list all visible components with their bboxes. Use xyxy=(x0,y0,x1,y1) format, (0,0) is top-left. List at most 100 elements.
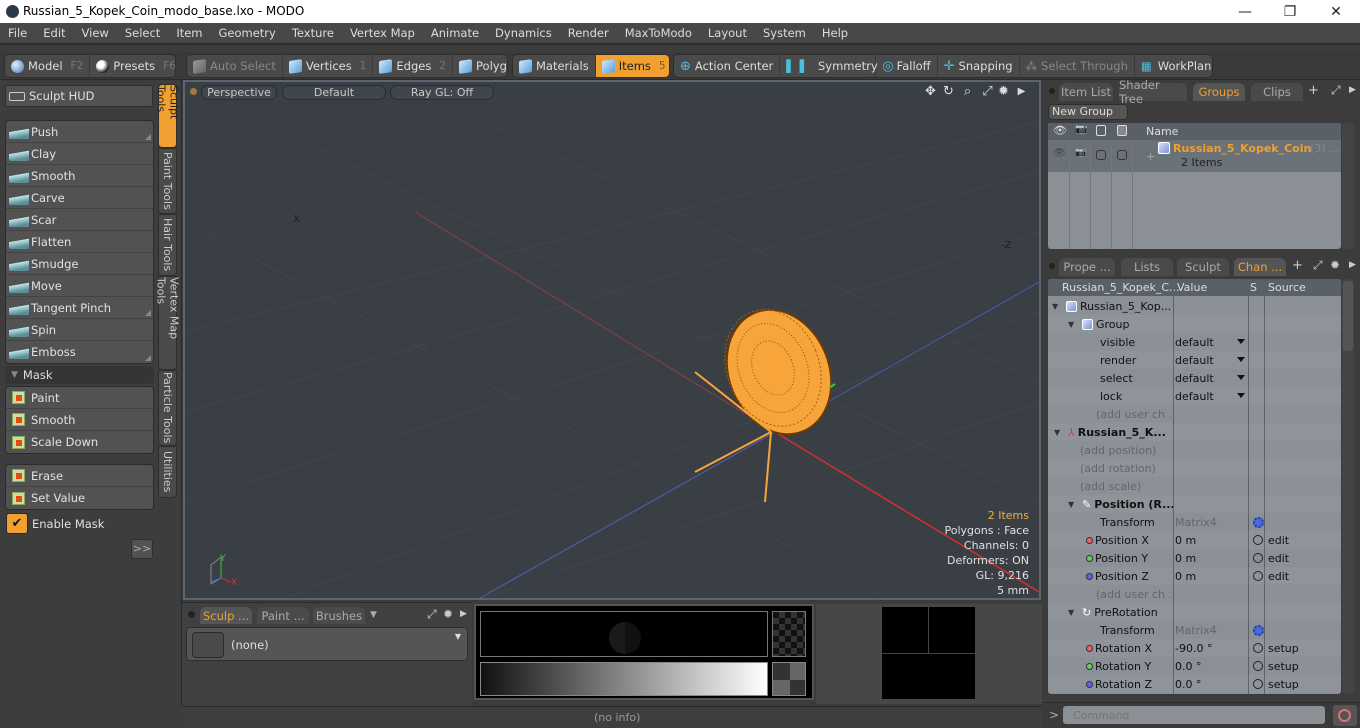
panel-gear-icon[interactable]: ✹ xyxy=(443,607,453,621)
items-button[interactable]: Items 5 xyxy=(595,55,669,77)
channel-row[interactable]: Rotation Y 0.0 ° setup xyxy=(1048,657,1341,675)
dropdown-arrow-icon[interactable] xyxy=(1237,357,1245,362)
channel-row[interactable]: (add rotation) xyxy=(1048,459,1341,477)
mask-erase[interactable]: Erase xyxy=(6,465,153,487)
tool-spin[interactable]: Spin xyxy=(6,319,153,341)
close-button[interactable]: ✕ xyxy=(1313,0,1359,23)
channel-row[interactable]: ▼ ↻ PreRotation xyxy=(1048,603,1341,621)
tab-groups[interactable]: Groups xyxy=(1193,83,1245,101)
model-button[interactable]: Model F2 xyxy=(5,55,91,77)
enable-mask-checkbox[interactable]: ✔ xyxy=(6,513,28,534)
maximize-button[interactable]: ❐ xyxy=(1267,0,1313,23)
brush-preset-selector[interactable]: (none) ▼ xyxy=(186,627,468,661)
groups-scrollbar[interactable] xyxy=(1342,123,1354,249)
color-preview[interactable] xyxy=(480,611,768,657)
expand-button[interactable]: >> xyxy=(131,539,153,559)
menu-texture[interactable]: Texture xyxy=(284,26,342,40)
panel-menu-dot[interactable] xyxy=(1049,263,1055,269)
dropdown-arrow-icon[interactable] xyxy=(1237,375,1245,380)
group-render-toggle[interactable]: 📷 xyxy=(1075,148,1086,158)
channel-row[interactable]: lock default xyxy=(1048,387,1341,405)
panel-menu-dot[interactable] xyxy=(1049,88,1055,94)
minimize-button[interactable]: — xyxy=(1222,0,1268,23)
menu-vertex-map[interactable]: Vertex Map xyxy=(342,26,423,40)
tab-lists[interactable]: Lists xyxy=(1121,258,1173,276)
sculpt-hud-button[interactable]: Sculpt HUD xyxy=(5,85,153,107)
panel-more-icon[interactable]: ▶ xyxy=(460,609,467,619)
column-value[interactable]: Value xyxy=(1177,281,1207,294)
dropdown-arrow-icon[interactable] xyxy=(1237,393,1245,398)
tool-flatten[interactable]: Flatten xyxy=(6,231,153,253)
dropdown-arrow-icon[interactable] xyxy=(1237,339,1245,344)
panel-gear-icon[interactable]: ✹ xyxy=(1330,258,1340,272)
channel-row[interactable]: Position Z 0 m edit xyxy=(1048,567,1341,585)
state-ring-icon[interactable] xyxy=(1253,643,1263,653)
channel-row[interactable]: Position X 0 m edit xyxy=(1048,531,1341,549)
channel-row[interactable]: select default xyxy=(1048,369,1341,387)
column-item-name[interactable]: Russian_5_Kopek_C... xyxy=(1062,281,1180,294)
group-select-toggle[interactable] xyxy=(1096,150,1106,160)
rotate-icon[interactable]: ↻ xyxy=(941,84,956,99)
expand-triangle-icon[interactable]: ▼ xyxy=(1068,500,1074,509)
tool-clay[interactable]: Clay xyxy=(6,143,153,165)
mask-smooth[interactable]: Smooth xyxy=(6,409,153,431)
auto-select-button[interactable]: Auto Select xyxy=(187,55,283,77)
channel-row[interactable]: (add user ch ... xyxy=(1048,405,1341,423)
channel-row[interactable]: ▼ ✎ Position (R... xyxy=(1048,495,1341,513)
select-through-button[interactable]: ⁂ Select Through xyxy=(1020,55,1135,77)
falloff-button[interactable]: ◎ Falloff xyxy=(876,55,938,77)
presets-button[interactable]: Presets F6 xyxy=(90,55,175,77)
channel-row[interactable]: Rotation X -90.0 ° setup xyxy=(1048,639,1341,657)
tab-vertex-map-tools[interactable]: Vertex Map Tools xyxy=(155,276,181,370)
column-source[interactable]: Source xyxy=(1268,281,1306,294)
channel-row[interactable]: Rotation Z 0.0 ° setup xyxy=(1048,675,1341,693)
pan-icon[interactable]: ✥ xyxy=(923,84,938,99)
channel-row[interactable]: render default xyxy=(1048,351,1341,369)
zoom-icon[interactable]: ⌕ xyxy=(960,84,975,99)
tab-brushes[interactable]: Brushes xyxy=(313,607,365,624)
tab-utilities[interactable]: Utilities xyxy=(158,446,177,498)
render-column-icon[interactable]: 📷 xyxy=(1075,124,1087,135)
menu-render[interactable]: Render xyxy=(560,26,617,40)
more-arrow-icon[interactable]: ▶ xyxy=(1014,84,1029,99)
tab-clips[interactable]: Clips xyxy=(1251,83,1303,101)
menu-dynamics[interactable]: Dynamics xyxy=(487,26,560,40)
visibility-column-icon[interactable]: 👁 xyxy=(1053,124,1067,137)
expand-triangle-icon[interactable]: ▼ xyxy=(1052,302,1058,311)
tool-scar[interactable]: Scar xyxy=(6,209,153,231)
channel-row[interactable]: Transform Matrix4 xyxy=(1048,513,1341,531)
tab-properties[interactable]: Prope ... xyxy=(1059,258,1115,276)
raygl-toggle[interactable]: Ray GL: Off xyxy=(390,85,494,100)
name-column-header[interactable]: Name xyxy=(1146,125,1178,138)
channel-row[interactable]: (add scale) xyxy=(1048,477,1341,495)
tab-sculpt[interactable]: Sculp ... xyxy=(200,607,252,624)
mask-set-value[interactable]: Set Value xyxy=(6,487,153,509)
tab-sculpt-tools[interactable]: Sculpt Tools xyxy=(155,84,181,148)
state-ring-icon[interactable] xyxy=(1253,571,1263,581)
workplane-button[interactable]: ▦ WorkPlane xyxy=(1135,55,1212,77)
tab-channels[interactable]: Chan ... xyxy=(1234,258,1286,276)
menu-edit[interactable]: Edit xyxy=(35,26,73,40)
gear-icon[interactable]: ✹ xyxy=(996,84,1011,99)
menu-animate[interactable]: Animate xyxy=(423,26,487,40)
channels-scrollbar[interactable] xyxy=(1342,279,1354,694)
shading-dropdown[interactable]: Default xyxy=(282,85,386,100)
tool-move[interactable]: Move xyxy=(6,275,153,297)
menu-maxtomodo[interactable]: MaxToModo xyxy=(617,26,700,40)
action-center-button[interactable]: ⊕ Action Center xyxy=(674,55,781,77)
edges-button[interactable]: Edges 2 xyxy=(373,55,454,77)
group-row[interactable]: 👁 📷 + Russian_5_Kopek_Coin (3) ... 2 Ite… xyxy=(1048,140,1341,172)
tab-paint[interactable]: Paint ... xyxy=(257,607,309,624)
channel-value[interactable]: Matrix4 xyxy=(1175,513,1249,531)
add-tab-icon[interactable]: + xyxy=(1292,258,1303,273)
menu-item[interactable]: Item xyxy=(168,26,210,40)
alpha-checker[interactable] xyxy=(772,611,806,657)
tab-sculpt[interactable]: Sculpt xyxy=(1177,258,1229,276)
matrix-gear-icon[interactable] xyxy=(1252,516,1264,528)
column-s[interactable]: S xyxy=(1250,281,1257,294)
maximize-icon[interactable]: ⤢ xyxy=(980,84,995,99)
panel-menu-dot[interactable] xyxy=(188,611,195,618)
view-mode-dropdown[interactable]: Perspective xyxy=(201,85,277,100)
panel-more-icon[interactable]: ▶ xyxy=(1349,85,1356,95)
channel-value[interactable]: 0 m xyxy=(1175,549,1249,567)
